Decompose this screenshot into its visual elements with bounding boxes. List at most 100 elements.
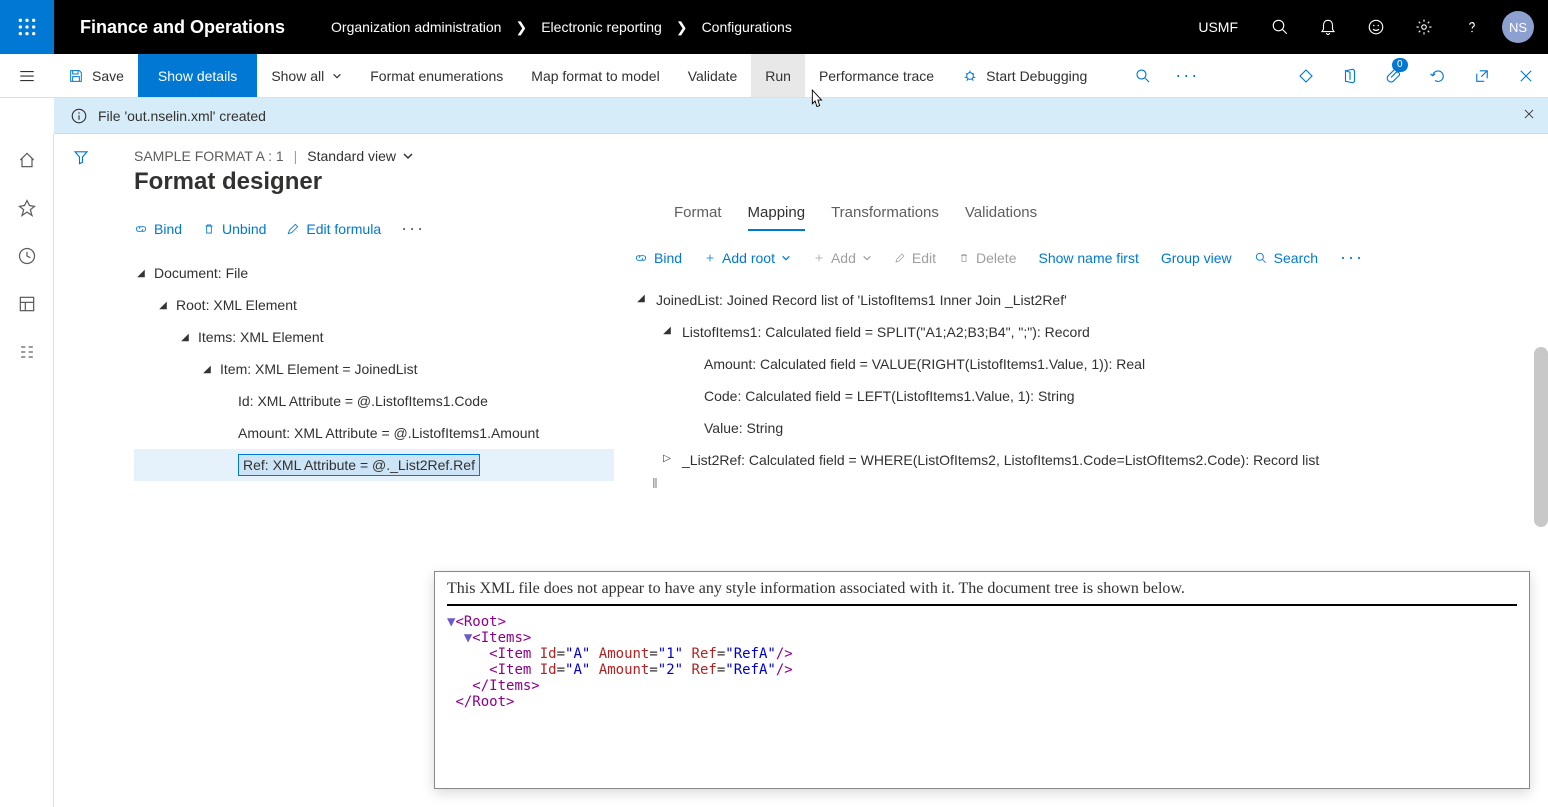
edit-formula-label: Edit formula <box>306 221 381 237</box>
modules-icon[interactable] <box>17 342 37 362</box>
link-icon <box>634 251 648 265</box>
breadcrumb-item[interactable]: Electronic reporting <box>541 19 662 35</box>
bug-icon <box>962 68 978 84</box>
map-search-label: Search <box>1274 250 1318 266</box>
pencil-icon <box>894 252 906 264</box>
show-all-label: Show all <box>271 68 324 84</box>
action-more-button[interactable]: ··· <box>1165 54 1209 97</box>
app-title: Finance and Operations <box>54 17 311 38</box>
breadcrumb-item[interactable]: Organization administration <box>331 19 501 35</box>
mapping-node-amount[interactable]: Amount: Calculated field = VALUE(RIGHT(L… <box>634 350 1518 382</box>
filter-pane-toggle[interactable] <box>72 148 90 169</box>
group-view-link[interactable]: Group view <box>1161 250 1232 266</box>
map-addroot-label: Add root <box>722 250 775 266</box>
search-icon <box>1134 67 1152 85</box>
mapping-node-joinedlist[interactable]: ◢JoinedList: Joined Record list of 'List… <box>634 286 1518 318</box>
tree-node-root[interactable]: ◢Root: XML Element <box>134 289 614 321</box>
tab-validations[interactable]: Validations <box>965 204 1037 231</box>
nav-toggle[interactable] <box>0 54 54 97</box>
tree-node-id[interactable]: Id: XML Attribute = @.ListofItems1.Code <box>134 385 614 417</box>
mapping-node-list2ref[interactable]: ▷_List2Ref: Calculated field = WHERE(Lis… <box>634 446 1518 478</box>
breadcrumb-item[interactable]: Configurations <box>702 19 792 35</box>
mapping-node-listofitems1[interactable]: ◢ListofItems1: Calculated field = SPLIT(… <box>634 318 1518 350</box>
attach-badge: 0 <box>1392 58 1408 72</box>
save-button[interactable]: Save <box>54 54 138 97</box>
validate-button[interactable]: Validate <box>674 54 752 97</box>
perf-trace-label: Performance trace <box>819 68 934 84</box>
plus-icon <box>813 252 825 264</box>
map-search-button[interactable]: Search <box>1254 250 1318 266</box>
plus-icon <box>704 252 716 264</box>
search-button[interactable] <box>1256 0 1304 54</box>
show-all-button[interactable]: Show all <box>257 54 356 97</box>
validate-label: Validate <box>688 68 738 84</box>
map-format-button[interactable]: Map format to model <box>517 54 673 97</box>
save-icon <box>68 68 84 84</box>
message-close-button[interactable] <box>1522 107 1536 124</box>
chevron-down-icon <box>862 253 872 263</box>
action-attach-button[interactable]: 0 <box>1372 54 1416 97</box>
tree-node-ref[interactable]: Ref: XML Attribute = @._List2Ref.Ref <box>134 449 614 481</box>
map-bind-button[interactable]: Bind <box>634 250 682 266</box>
filter-icon <box>72 148 90 166</box>
view-selector[interactable]: Standard view <box>307 148 414 164</box>
message-bar: File 'out.nselin.xml' created <box>54 98 1548 134</box>
format-enum-label: Format enumerations <box>370 68 503 84</box>
action-close-button[interactable] <box>1504 54 1548 97</box>
tree-node-items[interactable]: ◢Items: XML Element <box>134 321 614 353</box>
scrollbar[interactable] <box>1534 347 1548 527</box>
tree-node-document[interactable]: ◢Document: File <box>134 257 614 289</box>
run-label: Run <box>765 68 791 84</box>
xml-code: ▼<Root> ▼<Items> <Item Id="A" Amount="1"… <box>447 614 1517 710</box>
left-rail <box>0 134 54 807</box>
feedback-button[interactable] <box>1352 0 1400 54</box>
action-power-button[interactable] <box>1284 54 1328 97</box>
unbind-button[interactable]: Unbind <box>202 221 266 237</box>
map-more-button[interactable]: ··· <box>1340 247 1364 268</box>
map-addroot-button[interactable]: Add root <box>704 250 791 266</box>
home-icon[interactable] <box>17 150 37 170</box>
edit-formula-button[interactable]: Edit formula <box>286 221 381 237</box>
workspace-icon[interactable] <box>17 294 37 314</box>
format-name-label: SAMPLE FORMAT A : 1 <box>134 148 284 164</box>
show-details-label: Show details <box>158 68 237 84</box>
map-bind-label: Bind <box>654 250 682 266</box>
start-debug-button[interactable]: Start Debugging <box>948 54 1101 97</box>
message-text: File 'out.nselin.xml' created <box>98 108 266 124</box>
action-office-button[interactable] <box>1328 54 1372 97</box>
mapping-node-value[interactable]: Value: String <box>634 414 1518 446</box>
trash-icon <box>202 222 216 236</box>
show-details-button[interactable]: Show details <box>138 54 257 97</box>
app-launcher[interactable] <box>0 0 54 54</box>
show-name-first-link[interactable]: Show name first <box>1038 250 1138 266</box>
tree-node-item[interactable]: ◢Item: XML Element = JoinedList <box>134 353 614 385</box>
bind-button[interactable]: Bind <box>134 221 182 237</box>
run-button[interactable]: Run <box>751 54 805 97</box>
mapping-node-code[interactable]: Code: Calculated field = LEFT(ListofItem… <box>634 382 1518 414</box>
format-enum-button[interactable]: Format enumerations <box>356 54 517 97</box>
recent-icon[interactable] <box>17 246 37 266</box>
settings-button[interactable] <box>1400 0 1448 54</box>
user-avatar[interactable]: NS <box>1502 11 1534 43</box>
tab-mapping[interactable]: Mapping <box>748 204 806 231</box>
action-popout-button[interactable] <box>1460 54 1504 97</box>
star-icon[interactable] <box>17 198 37 218</box>
link-icon <box>134 222 148 236</box>
help-icon <box>1463 18 1481 36</box>
smile-icon <box>1367 18 1385 36</box>
action-search-button[interactable] <box>1121 54 1165 97</box>
company-label[interactable]: USMF <box>1180 19 1256 35</box>
chevron-down-icon <box>332 71 342 81</box>
perf-trace-button[interactable]: Performance trace <box>805 54 948 97</box>
tree-node-amount[interactable]: Amount: XML Attribute = @.ListofItems1.A… <box>134 417 614 449</box>
map-format-label: Map format to model <box>531 68 659 84</box>
more-icon: ··· <box>1175 65 1199 86</box>
help-button[interactable] <box>1448 0 1496 54</box>
unbind-label: Unbind <box>222 221 266 237</box>
tab-transformations[interactable]: Transformations <box>831 204 939 231</box>
action-refresh-button[interactable] <box>1416 54 1460 97</box>
more-options-button[interactable]: ··· <box>401 218 425 239</box>
tab-format[interactable]: Format <box>674 204 722 231</box>
notifications-button[interactable] <box>1304 0 1352 54</box>
xml-preview-panel: This XML file does not appear to have an… <box>434 571 1530 789</box>
